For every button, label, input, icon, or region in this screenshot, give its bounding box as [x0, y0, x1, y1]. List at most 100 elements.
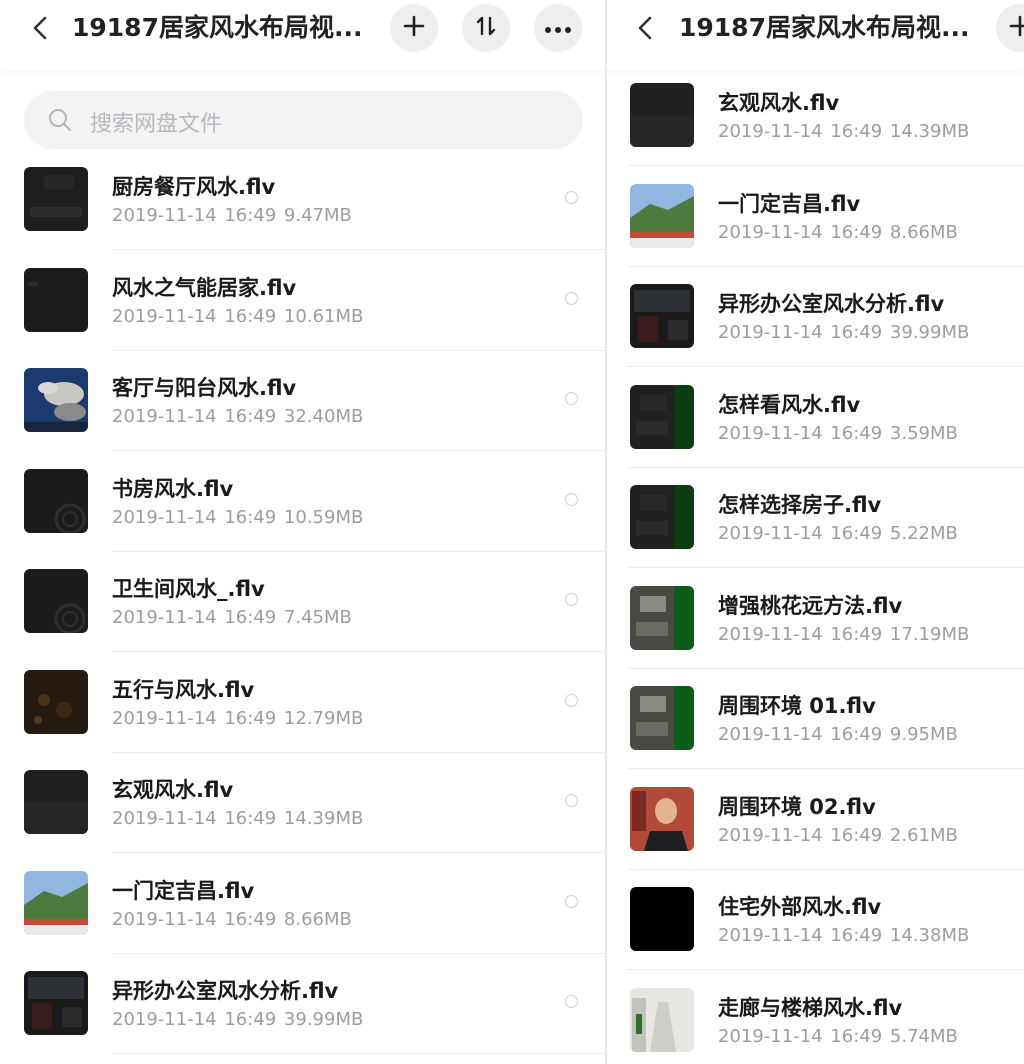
file-meta: 2019-11-14 16:49 8.66MB — [112, 908, 352, 930]
file-row[interactable]: 客厅与阳台风水.flv 2019-11-14 16:49 32.40MB — [0, 351, 605, 451]
video-thumbnail — [630, 284, 694, 348]
right-screen: 19187居家风水布局视... 玄观风水.flv 2019-11-14 16:49… — [607, 0, 1024, 1064]
file-meta: 2019-11-14 16:49 10.59MB — [112, 506, 364, 528]
more-button[interactable] — [534, 4, 582, 52]
left-screen: 19187居家风水布局视... 搜索网盘文件 厨房餐厅风水.flv 2019-11… — [0, 0, 605, 1064]
video-thumbnail — [630, 887, 694, 951]
file-row[interactable]: 异形办公室风水分析.flv 2019-11-14 16:49 39.99MB — [0, 954, 605, 1054]
file-row[interactable]: 一门定吉昌.flv 2019-11-14 16:49 8.66MB — [607, 167, 1024, 267]
sort-icon — [474, 14, 498, 42]
file-row[interactable]: 怎样看风水.flv 2019-11-14 16:49 3.59MB — [607, 368, 1024, 468]
file-row[interactable]: 住宅外部风水.flv 2019-11-14 16:49 14.38MB — [607, 870, 1024, 970]
file-name: 异形办公室风水分析.flv — [112, 979, 339, 1003]
file-name: 书房风水.flv — [112, 476, 234, 501]
more-horizontal-icon — [544, 19, 572, 38]
file-row[interactable]: 走廊与楼梯风水.flv 2019-11-14 16:49 5.74MB — [607, 971, 1024, 1064]
video-thumbnail — [24, 569, 88, 633]
file-meta: 2019-11-14 16:49 8.66MB — [718, 221, 958, 243]
file-row[interactable]: 厨房餐厅风水.flv 2019-11-14 16:49 9.47MB — [0, 150, 605, 250]
file-row[interactable]: 一门定吉昌.flv 2019-11-14 16:49 8.66MB — [0, 854, 605, 954]
file-meta: 2019-11-14 16:49 2.61MB — [718, 824, 958, 846]
file-name: 走廊与楼梯风水.flv — [718, 995, 903, 1020]
file-name: 周围环境 01.flv — [718, 694, 876, 718]
file-meta: 2019-11-14 16:49 17.19MB — [718, 623, 970, 645]
page-title: 19187居家风水布局视... — [679, 13, 970, 42]
file-row[interactable]: 异形办公室风水分析.flv 2019-11-14 16:49 39.99MB — [607, 267, 1024, 367]
file-name: 周围环境 02.flv — [718, 794, 876, 819]
video-thumbnail — [630, 384, 694, 449]
video-thumbnail — [24, 368, 88, 432]
file-row[interactable]: 玄观风水.flv 2019-11-14 16:49 14.39MB — [607, 66, 1024, 166]
select-checkbox[interactable] — [565, 191, 578, 204]
select-checkbox[interactable] — [565, 995, 578, 1008]
plus-icon — [403, 15, 425, 41]
row-divider — [112, 1053, 605, 1054]
file-row[interactable]: 书房风水.flv 2019-11-14 16:49 10.59MB — [0, 452, 605, 552]
file-meta: 2019-11-14 16:49 9.95MB — [718, 724, 958, 745]
video-thumbnail — [630, 83, 694, 147]
file-name: 玄观风水.flv — [112, 778, 234, 802]
file-meta: 2019-11-14 16:49 14.39MB — [112, 808, 364, 829]
file-meta: 2019-11-14 16:49 14.39MB — [718, 121, 970, 142]
select-checkbox[interactable] — [565, 693, 578, 707]
file-row[interactable]: 玄观风水.flv 2019-11-14 16:49 14.39MB — [0, 753, 605, 853]
chevron-left-icon[interactable] — [28, 15, 54, 41]
select-checkbox[interactable] — [565, 291, 578, 305]
file-row[interactable]: 周围环境 02.flv 2019-11-14 16:49 2.61MB — [607, 770, 1024, 870]
file-name: 怎样选择房子.flv — [718, 493, 882, 517]
plus-icon — [1009, 15, 1024, 41]
video-thumbnail — [630, 987, 694, 1052]
file-name: 异形办公室风水分析.flv — [718, 292, 945, 316]
file-name: 一门定吉昌.flv — [718, 191, 861, 216]
file-meta: 2019-11-14 16:49 5.74MB — [718, 1025, 958, 1047]
video-thumbnail — [24, 468, 88, 533]
file-name: 客厅与阳台风水.flv — [112, 376, 297, 400]
select-checkbox[interactable] — [565, 593, 578, 606]
file-meta: 2019-11-14 16:49 10.61MB — [112, 305, 364, 327]
file-name: 五行与风水.flv — [112, 677, 255, 702]
file-meta: 2019-11-14 16:49 9.47MB — [112, 205, 352, 226]
file-name: 增强桃花远方法.flv — [718, 593, 903, 618]
select-checkbox[interactable] — [565, 392, 578, 405]
file-name: 一门定吉昌.flv — [112, 878, 255, 903]
video-thumbnail — [630, 183, 694, 248]
video-thumbnail — [630, 485, 694, 549]
file-meta: 2019-11-14 16:49 12.79MB — [112, 707, 364, 729]
file-name: 卫生间风水_.flv — [112, 577, 265, 601]
top-bar: 19187居家风水布局视... — [607, 0, 1024, 70]
search-icon — [48, 108, 72, 132]
file-row[interactable]: 五行与风水.flv 2019-11-14 16:49 12.79MB — [0, 653, 605, 753]
add-button[interactable] — [390, 4, 438, 52]
video-thumbnail — [24, 770, 88, 834]
file-meta: 2019-11-14 16:49 5.22MB — [718, 523, 958, 544]
file-meta: 2019-11-14 16:49 14.38MB — [718, 925, 970, 946]
file-meta: 2019-11-14 16:49 39.99MB — [112, 1009, 364, 1030]
add-button[interactable] — [996, 4, 1024, 52]
video-thumbnail — [630, 585, 694, 650]
top-bar: 19187居家风水布局视... — [0, 0, 605, 70]
file-row[interactable]: 风水之气能居家.flv 2019-11-14 16:49 10.61MB — [0, 251, 605, 351]
select-checkbox[interactable] — [565, 492, 578, 506]
video-thumbnail — [24, 167, 88, 231]
video-thumbnail — [24, 971, 88, 1035]
search-placeholder: 搜索网盘文件 — [90, 112, 223, 137]
file-meta: 2019-11-14 16:49 7.45MB — [112, 607, 352, 628]
select-checkbox[interactable] — [565, 894, 578, 908]
file-row[interactable]: 卫生间风水_.flv 2019-11-14 16:49 7.45MB — [0, 552, 605, 652]
file-row[interactable]: 怎样选择房子.flv 2019-11-14 16:49 5.22MB — [607, 468, 1024, 568]
file-row[interactable]: 增强桃花远方法.flv 2019-11-14 16:49 17.19MB — [607, 569, 1024, 669]
video-thumbnail — [24, 870, 88, 935]
page-title: 19187居家风水布局视... — [72, 13, 363, 42]
chevron-left-icon[interactable] — [633, 15, 659, 41]
video-thumbnail — [630, 686, 694, 750]
video-thumbnail — [24, 267, 88, 332]
video-thumbnail — [24, 669, 88, 734]
file-name: 风水之气能居家.flv — [112, 275, 297, 300]
file-name: 厨房餐厅风水.flv — [112, 175, 276, 199]
sort-button[interactable] — [462, 4, 510, 52]
select-checkbox[interactable] — [565, 794, 578, 807]
file-row[interactable]: 周围环境 01.flv 2019-11-14 16:49 9.95MB — [607, 669, 1024, 769]
file-name: 怎样看风水.flv — [718, 392, 861, 417]
file-meta: 2019-11-14 16:49 3.59MB — [718, 422, 958, 444]
search-input[interactable]: 搜索网盘文件 — [24, 91, 583, 149]
